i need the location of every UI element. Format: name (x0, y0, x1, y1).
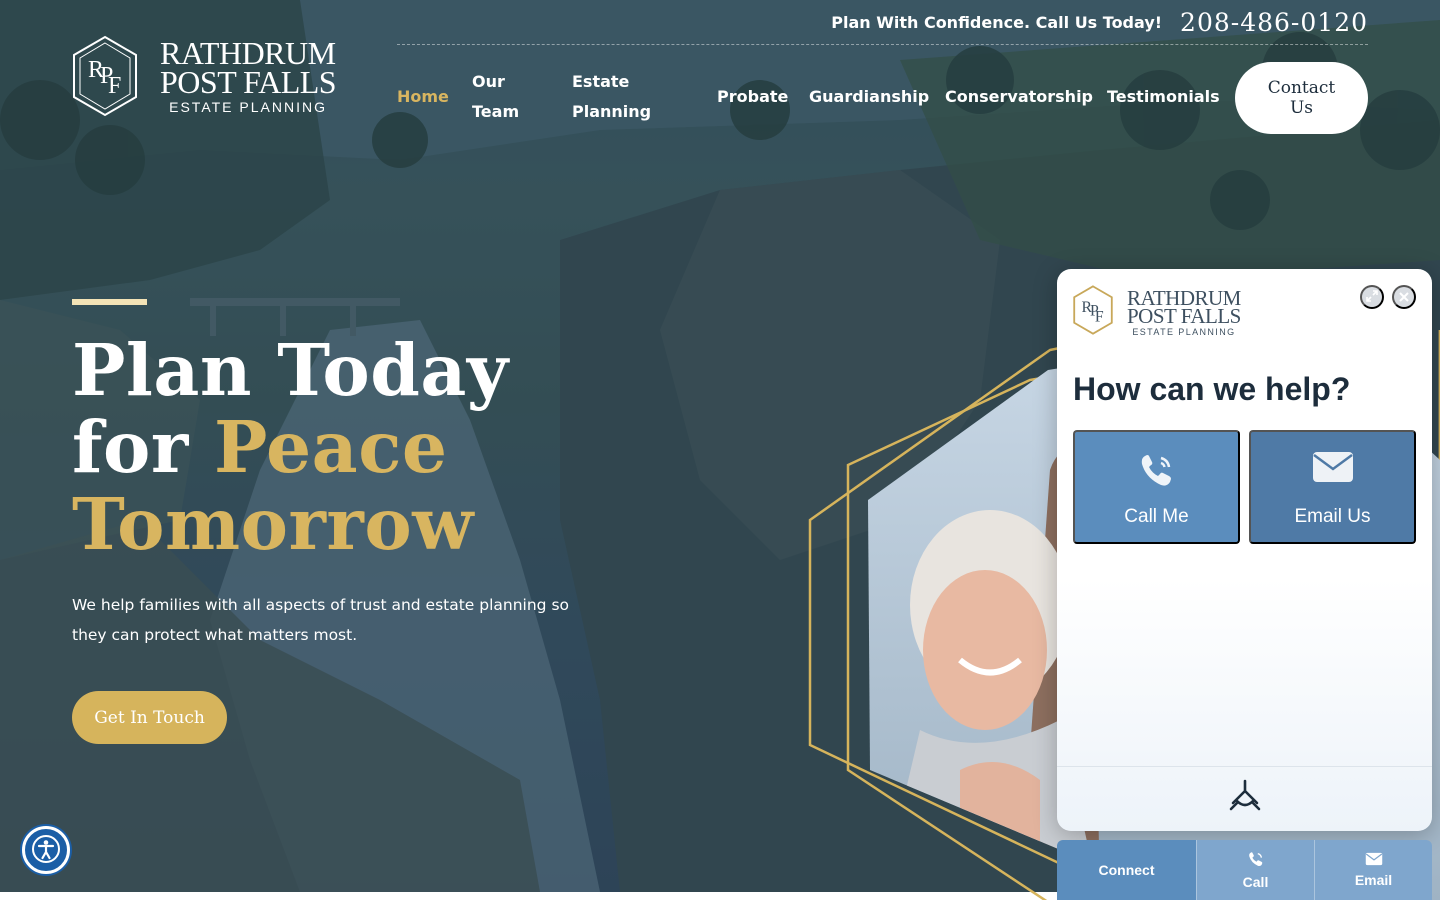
nav-item-home[interactable]: Home (397, 82, 472, 112)
help-widget: R P F RATHDRUM POST FALLS ESTATE PLANNIN… (1057, 269, 1432, 831)
logo-line-2: POST FALLS (160, 63, 337, 100)
widget-email-us-button[interactable]: Email Us (1249, 430, 1416, 544)
connect-label: Connect (1098, 862, 1155, 878)
widget-heading: How can we help? (1073, 371, 1351, 407)
expand-icon (1366, 289, 1378, 305)
nav-item-conservatorship[interactable]: Conservatorship (945, 82, 1107, 112)
header-phone-link[interactable]: 208-486-0120 (1180, 8, 1368, 37)
main-nav: Home Our Team Estate Planning Probate Gu… (397, 66, 1227, 128)
nav-item-guardianship[interactable]: Guardianship (809, 82, 945, 112)
logo-wordmark: RATHDRUM POST FALLS ESTATE PLANNING (160, 37, 337, 115)
svg-text:F: F (108, 73, 121, 99)
hero-title-line-1: Plan Today (72, 328, 509, 412)
nav-item-probate[interactable]: Probate (717, 82, 809, 112)
widget-expand-button[interactable] (1360, 285, 1384, 309)
accessibility-icon (32, 834, 60, 866)
envelope-icon (1365, 852, 1383, 869)
widget-footer-divider (1057, 766, 1432, 767)
logo-line-3: ESTATE PLANNING (169, 98, 327, 115)
bottom-email-label: Email (1354, 872, 1393, 888)
hero-subtitle: We help families with all aspects of tru… (72, 596, 570, 644)
nav-item-testimonials[interactable]: Testimonials (1107, 82, 1227, 112)
widget-logo-line-3: ESTATE PLANNING (1132, 327, 1236, 338)
header-tagline: Plan With Confidence. Call Us Today! (831, 13, 1163, 32)
widget-close-button[interactable] (1392, 285, 1416, 309)
bottom-action-bar: Connect Call Email (1057, 840, 1432, 900)
widget-call-me-button[interactable]: Call Me (1073, 430, 1240, 544)
hero-title: Plan Today for Peace Tomorrow (72, 332, 509, 563)
widget-call-label: Call Me (1124, 506, 1189, 527)
connect-button[interactable]: Connect (1057, 840, 1196, 900)
hero-title-line-2a: for (72, 405, 215, 489)
bottom-email-button[interactable]: Email (1314, 840, 1432, 900)
site-logo[interactable]: R P F RATHDRUM POST FALLS ESTATE PLANNIN… (72, 35, 337, 117)
hero-title-line-2b: Peace (214, 405, 448, 489)
widget-logo: R P F RATHDRUM POST FALLS ESTATE PLANNIN… (1073, 285, 1241, 340)
svg-text:F: F (1095, 309, 1104, 326)
logo-monogram-icon: R P F (72, 35, 138, 117)
nav-item-estate-planning[interactable]: Estate Planning (572, 67, 652, 127)
phone-icon (1137, 450, 1177, 496)
nav-item-our-team[interactable]: Our Team (472, 67, 532, 127)
envelope-icon (1312, 450, 1354, 490)
hero-accent-line (72, 299, 147, 305)
close-icon (1399, 289, 1409, 305)
bottom-call-label: Call (1242, 874, 1269, 890)
accessibility-button[interactable] (22, 826, 70, 874)
widget-logo-monogram-icon: R P F (1073, 285, 1113, 340)
top-bar: Plan With Confidence. Call Us Today! 208… (831, 8, 1368, 37)
bottom-call-button[interactable]: Call (1196, 840, 1314, 900)
header-divider (397, 44, 1368, 45)
get-in-touch-button[interactable]: Get In Touch (72, 691, 227, 744)
widget-logo-wordmark: RATHDRUM POST FALLS ESTATE PLANNING (1127, 287, 1241, 338)
widget-logo-line-2: POST FALLS (1127, 304, 1241, 329)
contact-us-button[interactable]: Contact Us (1235, 62, 1368, 134)
hero-title-line-3: Tomorrow (72, 482, 474, 566)
phone-icon (1247, 850, 1265, 871)
widget-email-label: Email Us (1294, 506, 1371, 527)
powered-by-logo-icon (1227, 779, 1263, 818)
